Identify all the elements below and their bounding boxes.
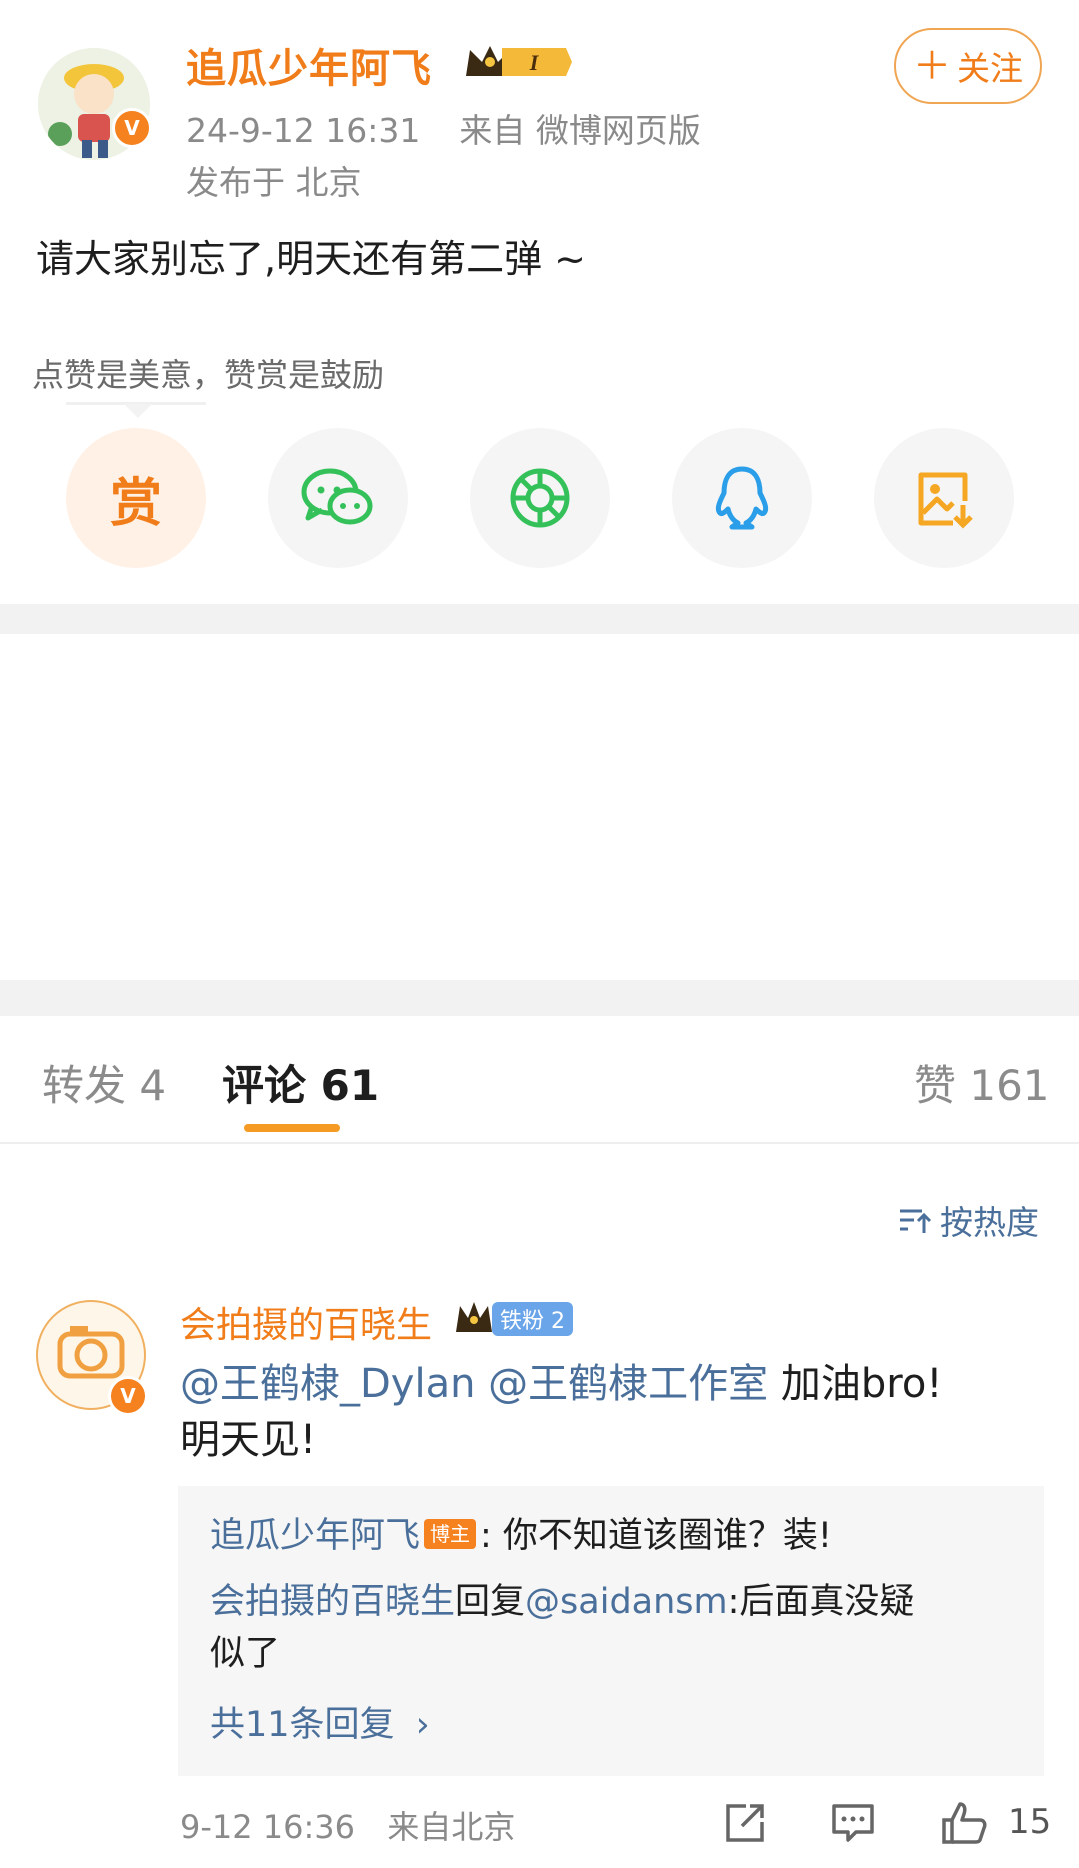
tip-arrow <box>124 404 152 418</box>
comment-time: 9-12 16:36 <box>180 1808 356 1846</box>
sort-button[interactable]: 按热度 <box>898 1196 1039 1244</box>
post-location: 发布于 北京 <box>186 163 362 202</box>
reply-author[interactable]: 追瓜少年阿飞 <box>210 1516 420 1556</box>
reply-text: 似了 <box>210 1634 281 1674</box>
comment-mention[interactable]: @王鹤棣工作室 <box>488 1361 768 1407</box>
host-badge: 博主 <box>424 1519 477 1549</box>
moments-icon <box>510 468 570 528</box>
tabs-divider <box>0 1142 1079 1144</box>
reward-button[interactable]: 赏 <box>66 428 206 568</box>
share-icon[interactable] <box>722 1800 768 1846</box>
section-divider <box>0 604 1079 634</box>
comment-text-part: 明天见! <box>180 1417 317 1463</box>
post-content: 请大家别忘了,明天还有第二弹 ~ <box>36 237 586 281</box>
sort-label: 按热度 <box>940 1203 1039 1242</box>
sort-icon <box>900 1209 932 1233</box>
qq-icon <box>715 466 769 530</box>
section-divider <box>0 980 1079 1016</box>
chevron-right-icon: › <box>415 1705 430 1745</box>
tab-repost[interactable]: 转发 4 <box>42 1052 166 1113</box>
reply-item[interactable]: 会拍摄的百晓生回复@saidansm:后面真没疑 似了 <box>210 1576 1010 1680</box>
fan-badge: 铁粉 2 <box>492 1302 573 1336</box>
reply-word: 回复 <box>455 1582 526 1622</box>
comment-text: @王鹤棣_Dylan @王鹤棣工作室 加油bro! 明天见! <box>180 1356 1020 1468</box>
comment-icon[interactable] <box>830 1800 876 1846</box>
reply-author[interactable]: 会拍摄的百晓生 <box>210 1582 455 1622</box>
crown-vip-icon <box>454 1300 494 1340</box>
reward-label: 赏 <box>109 473 162 534</box>
crown-vip-icon[interactable]: I <box>462 40 574 84</box>
comment-mention[interactable]: @王鹤棣_Dylan <box>180 1361 475 1407</box>
comment-text-part: 加油bro! <box>768 1361 943 1407</box>
reply-item[interactable]: 追瓜少年阿飞 博主: 你不知道该圈谁？装! <box>210 1510 832 1562</box>
follow-label: 关注 <box>957 49 1023 88</box>
share-qq-button[interactable] <box>672 428 812 568</box>
vip-level: I <box>529 50 540 75</box>
author-name[interactable]: 追瓜少年阿飞 <box>186 36 432 94</box>
post-timestamp: 24-9-12 16:31 <box>186 111 421 150</box>
tab-likes[interactable]: 赞 161 <box>914 1052 1050 1113</box>
active-tab-indicator <box>244 1124 340 1132</box>
like-count: 15 <box>1008 1802 1052 1842</box>
reply-text: : 你不知道该圈谁？装! <box>480 1516 832 1556</box>
commenter-name[interactable]: 会拍摄的百晓生 <box>180 1296 432 1348</box>
more-replies-link[interactable]: 共11条回复 › <box>210 1696 430 1747</box>
wechat-icon <box>301 468 373 525</box>
follow-button[interactable]: ＋ 关注 <box>894 28 1042 104</box>
thumbs-up-icon[interactable] <box>940 1800 987 1846</box>
comment-meta: 9-12 16:36 来自北京 <box>180 1802 515 1848</box>
save-image-button[interactable] <box>874 428 1014 568</box>
tab-comments[interactable]: 评论 61 <box>222 1052 379 1113</box>
reply-text: :后面真没疑 <box>727 1582 915 1622</box>
comment-location: 来自北京 <box>387 1808 516 1846</box>
post-meta: 24-9-12 16:31 来自 微博网页版 <box>186 104 701 152</box>
plus-icon: ＋ <box>912 44 951 88</box>
verified-v-icon: V <box>108 1376 148 1416</box>
share-wechat-button[interactable] <box>268 428 408 568</box>
share-moments-button[interactable] <box>470 428 610 568</box>
more-replies-label: 共11条回复 <box>210 1705 395 1745</box>
reply-mention[interactable]: @saidansm <box>525 1582 728 1622</box>
save-image-icon <box>918 472 973 529</box>
post-source: 来自 微博网页版 <box>459 111 701 150</box>
verified-v-icon: V <box>112 108 152 148</box>
reward-tip: 点赞是美意，赞赏是鼓励 <box>32 356 385 394</box>
